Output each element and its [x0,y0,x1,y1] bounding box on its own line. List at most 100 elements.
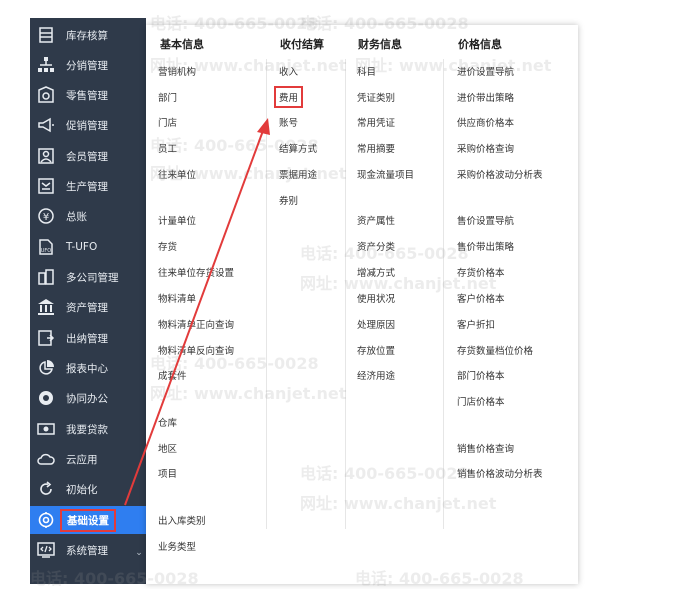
menu-item-project[interactable]: 项目 [158,466,177,480]
menu-item-stock[interactable]: 存货 [158,239,177,253]
sidebar-item-ledger[interactable]: ¥ 总账 [30,202,146,230]
menu-item-settlement-method[interactable]: 结算方式 [279,141,317,155]
menu-item-sales-org[interactable]: 营销机构 [158,64,196,78]
ledger-icon: ¥ [37,207,55,225]
menu-item-income[interactable]: 收入 [279,64,298,78]
menu-item-sales-price-nav[interactable]: 售价设置导航 [457,213,514,227]
menu-item-purchase-price-query[interactable]: 采购价格查询 [457,141,514,155]
menu-item-asset-category[interactable]: 资产分类 [357,239,395,253]
sidebar-item-report-center[interactable]: 报表中心 [30,354,146,382]
menu-item-partner-stock-settings[interactable]: 往来单位存货设置 [158,265,234,279]
menu-item-disposal-reason[interactable]: 处理原因 [357,317,395,331]
menu-item-warehouse[interactable]: 仓库 [158,415,177,429]
menu-item-asset-attribute[interactable]: 资产属性 [357,213,395,227]
sidebar-item-label: 基础设置 [60,508,116,532]
sidebar-item-member[interactable]: 会员管理 [30,142,146,170]
menu-item-region[interactable]: 地区 [158,441,177,455]
menu-item-store-price-book[interactable]: 门店价格本 [457,394,505,408]
sidebar-item-label: 我要贷款 [66,423,108,436]
distribution-icon [37,56,55,74]
production-icon [37,177,55,195]
menu-item-purchase-price-nav[interactable]: 进价设置导航 [457,64,514,78]
sidebar-item-inventory-accounting[interactable]: 库存核算 [30,21,146,49]
menu-item-bill-purpose[interactable]: 票据用途 [279,167,317,181]
pie-chart-icon [37,359,55,377]
retail-icon [37,86,55,104]
sidebar-item-promotion[interactable]: 促销管理 [30,111,146,139]
menu-item-io-category[interactable]: 出入库类别 [158,513,206,527]
sidebar-item-label: 云应用 [66,453,98,466]
menu-item-account[interactable]: 账号 [279,115,298,129]
collaboration-icon [37,389,55,407]
menu-item-common-voucher[interactable]: 常用凭证 [357,115,395,129]
menu-item-unit[interactable]: 计量单位 [158,213,196,227]
menu-item-common-summary[interactable]: 常用摘要 [357,141,395,155]
menu-item-sales-price-query[interactable]: 销售价格查询 [457,441,514,455]
column-title-price-info: 价格信息 [458,38,502,51]
sidebar-item-system-management[interactable]: 系统管理 [30,536,146,564]
sidebar-item-production[interactable]: 生产管理 [30,172,146,200]
menu-item-customer-discount[interactable]: 客户折扣 [457,317,495,331]
menu-item-bom-forward-query[interactable]: 物料清单正向查询 [158,317,234,331]
column-divider [266,59,267,529]
menu-item-bom[interactable]: 物料清单 [158,291,196,305]
menu-item-sales-price-strategy[interactable]: 售价带出策略 [457,239,514,253]
menu-item-purchase-price-analysis[interactable]: 采购价格波动分析表 [457,167,543,181]
sidebar-item-t-ufo[interactable]: UFO T-UFO [30,233,146,261]
sidebar-item-label: 会员管理 [66,150,108,163]
menu-item-store[interactable]: 门店 [158,115,177,129]
refresh-icon [37,480,55,498]
bank-icon [37,298,55,316]
menu-item-voucher-category[interactable]: 凭证类别 [357,90,395,104]
sidebar-item-label: 系统管理 [66,544,108,557]
sidebar-item-label: 总账 [66,210,87,223]
menu-item-sales-price-analysis[interactable]: 销售价格波动分析表 [457,466,543,480]
menu-item-expense[interactable]: 费用 [274,86,304,108]
menu-item-kit[interactable]: 成套件 [158,368,187,382]
sidebar-item-label: 零售管理 [66,89,108,102]
sidebar-item-retail[interactable]: 零售管理 [30,81,146,109]
menu-item-employee[interactable]: 员工 [158,141,177,155]
menu-item-voucher-type[interactable]: 券别 [279,193,298,207]
menu-item-change-method[interactable]: 增减方式 [357,265,395,279]
menu-item-customer-price-book[interactable]: 客户价格本 [457,291,505,305]
menu-item-cash-flow-item[interactable]: 现金流量项目 [357,167,414,181]
sidebar-item-multi-company[interactable]: 多公司管理 [30,263,146,291]
column-divider [443,59,444,529]
sidebar-item-label: 分销管理 [66,59,108,72]
sidebar-item-cloud-app[interactable]: 云应用 [30,445,146,473]
sidebar-item-basic-settings[interactable]: 基础设置 [30,506,146,534]
menu-item-stock-price-book[interactable]: 存货价格本 [457,265,505,279]
sidebar-item-loan[interactable]: 我要贷款 [30,415,146,443]
menu-item-purchase-price-strategy[interactable]: 进价带出策略 [457,90,514,104]
menu-item-usage-status[interactable]: 使用状况 [357,291,395,305]
menu-item-department[interactable]: 部门 [158,90,177,104]
menu-item-supplier-price-book[interactable]: 供应商价格本 [457,115,514,129]
sidebar-item-distribution[interactable]: 分销管理 [30,51,146,79]
menu-item-bom-reverse-query[interactable]: 物料清单反向查询 [158,343,234,357]
svg-text:¥: ¥ [43,212,49,223]
scroll-down-icon[interactable]: ⌄ [134,548,144,560]
column-title-basic-info: 基本信息 [160,38,204,51]
basic-settings-menu-panel: 基本信息 收付结算 财务信息 价格信息 营销机构 部门 门店 员工 往来单位 计… [146,25,578,584]
sidebar-item-label: 初始化 [66,483,98,496]
menu-item-economic-use[interactable]: 经济用途 [357,368,395,382]
menu-item-storage-location[interactable]: 存放位置 [357,343,395,357]
sidebar-item-label: 协同办公 [66,392,108,405]
sidebar-item-initialize[interactable]: 初始化 [30,475,146,503]
menu-item-quantity-tier-price[interactable]: 存货数量档位价格 [457,343,533,357]
sidebar-item-label: T-UFO [66,241,98,253]
menu-item-department-price-book[interactable]: 部门价格本 [457,368,505,382]
cloud-icon [37,450,55,468]
sidebar-item-label: 资产管理 [66,301,108,314]
sidebar-item-cashier[interactable]: 出纳管理 [30,324,146,352]
column-title-finance-info: 财务信息 [358,38,402,51]
menu-item-business-type[interactable]: 业务类型 [158,539,196,553]
menu-item-partner[interactable]: 往来单位 [158,167,196,181]
ufo-icon: UFO [37,238,55,256]
member-icon [37,147,55,165]
settings-icon [37,511,55,529]
sidebar-item-assets[interactable]: 资产管理 [30,293,146,321]
menu-item-subject[interactable]: 科目 [357,64,376,78]
sidebar-item-collaboration[interactable]: 协同办公 [30,384,146,412]
